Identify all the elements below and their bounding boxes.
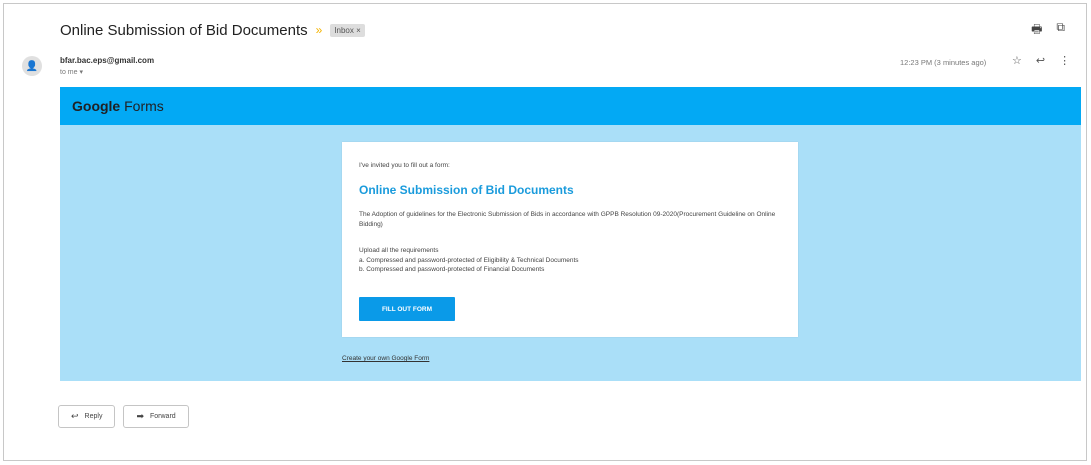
- reply-label: Reply: [84, 413, 103, 420]
- google-forms-body: I've invited you to fill out a form: Onl…: [60, 125, 1081, 381]
- fill-out-form-button[interactable]: FILL OUT FORM: [359, 297, 455, 321]
- recipient-details[interactable]: to me ▾: [60, 68, 83, 76]
- invite-text: I've invited you to fill out a form:: [359, 162, 450, 169]
- importance-marker-icon[interactable]: »: [316, 23, 323, 37]
- form-description: The Adoption of guidelines for the Elect…: [359, 211, 776, 228]
- inbox-label-chip[interactable]: Inbox ×: [330, 23, 365, 37]
- requirement-item: b. Compressed and password-protected of …: [359, 266, 545, 273]
- email-subject: Online Submission of Bid Documents: [60, 21, 308, 39]
- top-actions: 🖶 ⧉: [1031, 20, 1065, 41]
- google-forms-logo: Google Forms: [72, 98, 164, 114]
- google-forms-header: Google Forms: [60, 87, 1081, 125]
- sender-avatar: 👤: [22, 56, 42, 76]
- print-icon[interactable]: 🖶: [1031, 20, 1042, 41]
- reply-icon[interactable]: ↩: [1036, 54, 1045, 67]
- form-title[interactable]: Online Submission of Bid Documents: [359, 183, 574, 197]
- requirements-heading: Upload all the requirements: [359, 247, 439, 254]
- requirement-item: a. Compressed and password-protected of …: [359, 256, 579, 264]
- open-new-window-icon[interactable]: ⧉: [1056, 20, 1065, 41]
- requirements-list: Upload all the requirements a. Compresse…: [359, 246, 779, 275]
- message-actions: ☆ ↩ ⋮: [1012, 54, 1070, 67]
- forward-button[interactable]: ➡ Forward: [123, 405, 189, 428]
- sender-email[interactable]: bfar.bac.eps@gmail.com: [60, 56, 154, 65]
- create-google-form-link[interactable]: Create your own Google Form: [342, 355, 429, 362]
- more-vert-icon[interactable]: ⋮: [1059, 54, 1070, 67]
- reply-forward-bar: ↩ Reply ➡ Forward: [58, 405, 189, 428]
- forward-icon: ➡: [136, 411, 144, 421]
- reply-icon: ↩: [71, 411, 79, 421]
- form-invite-card: I've invited you to fill out a form: Onl…: [342, 142, 798, 337]
- email-timestamp: 12:23 PM (3 minutes ago): [900, 58, 987, 67]
- subject-row: Online Submission of Bid Documents » Inb…: [60, 19, 365, 41]
- forward-label: Forward: [150, 413, 176, 420]
- reply-button[interactable]: ↩ Reply: [58, 405, 116, 428]
- star-icon[interactable]: ☆: [1012, 54, 1022, 67]
